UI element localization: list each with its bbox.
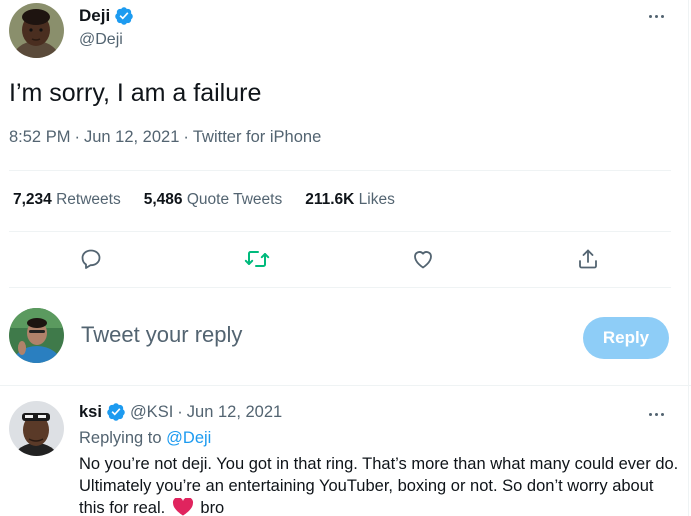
tweet-stats: 7,234 Retweets 5,486 Quote Tweets 211.6K… — [13, 191, 395, 209]
reply-text: No you’re not deji. You got in that ring… — [79, 453, 679, 516]
tweet-source[interactable]: Twitter for iPhone — [193, 128, 321, 146]
more-options-icon[interactable] — [642, 7, 670, 25]
divider — [9, 287, 671, 288]
tweet-meta: 8:52 PM · Jun 12, 2021 · Twitter for iPhone — [9, 128, 321, 147]
replying-to: Replying to @Deji — [79, 429, 211, 448]
reply-more-options-icon[interactable] — [642, 405, 670, 423]
reply-author-name[interactable]: ksi — [79, 403, 102, 422]
retweet-icon[interactable] — [242, 244, 272, 274]
reply-button[interactable]: Reply — [583, 317, 669, 359]
thread-divider — [0, 385, 691, 386]
quote-tweets-stat[interactable]: 5,486 Quote Tweets — [144, 191, 282, 209]
reply-author-avatar[interactable] — [9, 401, 64, 456]
divider — [9, 231, 671, 232]
reply-text-body: No you’re not deji. You got in that ring… — [79, 455, 679, 516]
tweet-date[interactable]: Jun 12, 2021 — [84, 128, 179, 146]
retweets-count: 7,234 — [13, 191, 52, 208]
reply-author-handle[interactable]: @KSI — [130, 403, 173, 422]
action-bar — [0, 244, 691, 276]
verified-badge-icon — [115, 7, 133, 25]
red-heart-emoji-icon — [172, 498, 193, 516]
replying-to-prefix: Replying to — [79, 429, 162, 447]
author-handle[interactable]: @Deji — [79, 31, 123, 49]
user-avatar[interactable] — [9, 308, 64, 363]
like-icon[interactable] — [408, 244, 438, 274]
likes-count: 211.6K — [305, 191, 355, 208]
quote-tweets-count: 5,486 — [143, 191, 183, 208]
reply-separator: · — [177, 402, 183, 421]
share-icon[interactable] — [573, 244, 603, 274]
replying-to-link[interactable]: @Deji — [166, 429, 211, 447]
reply-header: ksi @KSI · Jun 12, 2021 — [79, 402, 282, 422]
retweets-stat[interactable]: 7,234 Retweets — [13, 191, 121, 209]
verified-badge-icon — [107, 403, 125, 421]
author-name[interactable]: Deji — [79, 6, 134, 26]
reply-date[interactable]: Jun 12, 2021 — [187, 403, 282, 422]
meta-separator: · — [183, 128, 189, 146]
likes-label: Likes — [358, 191, 395, 208]
quote-tweets-label: Quote Tweets — [186, 191, 283, 208]
meta-separator: · — [74, 128, 80, 146]
author-avatar[interactable] — [9, 3, 64, 58]
reply-text-end: bro — [200, 499, 225, 516]
reply-input[interactable] — [81, 322, 501, 348]
retweets-label: Retweets — [56, 191, 121, 208]
author-name-text[interactable]: Deji — [79, 6, 110, 26]
tweet-text: I’m sorry, I am a failure — [9, 79, 262, 107]
divider — [9, 170, 671, 171]
likes-stat[interactable]: 211.6K Likes — [305, 191, 395, 209]
reply-icon[interactable] — [76, 244, 106, 274]
tweet-time[interactable]: 8:52 PM — [9, 128, 70, 146]
